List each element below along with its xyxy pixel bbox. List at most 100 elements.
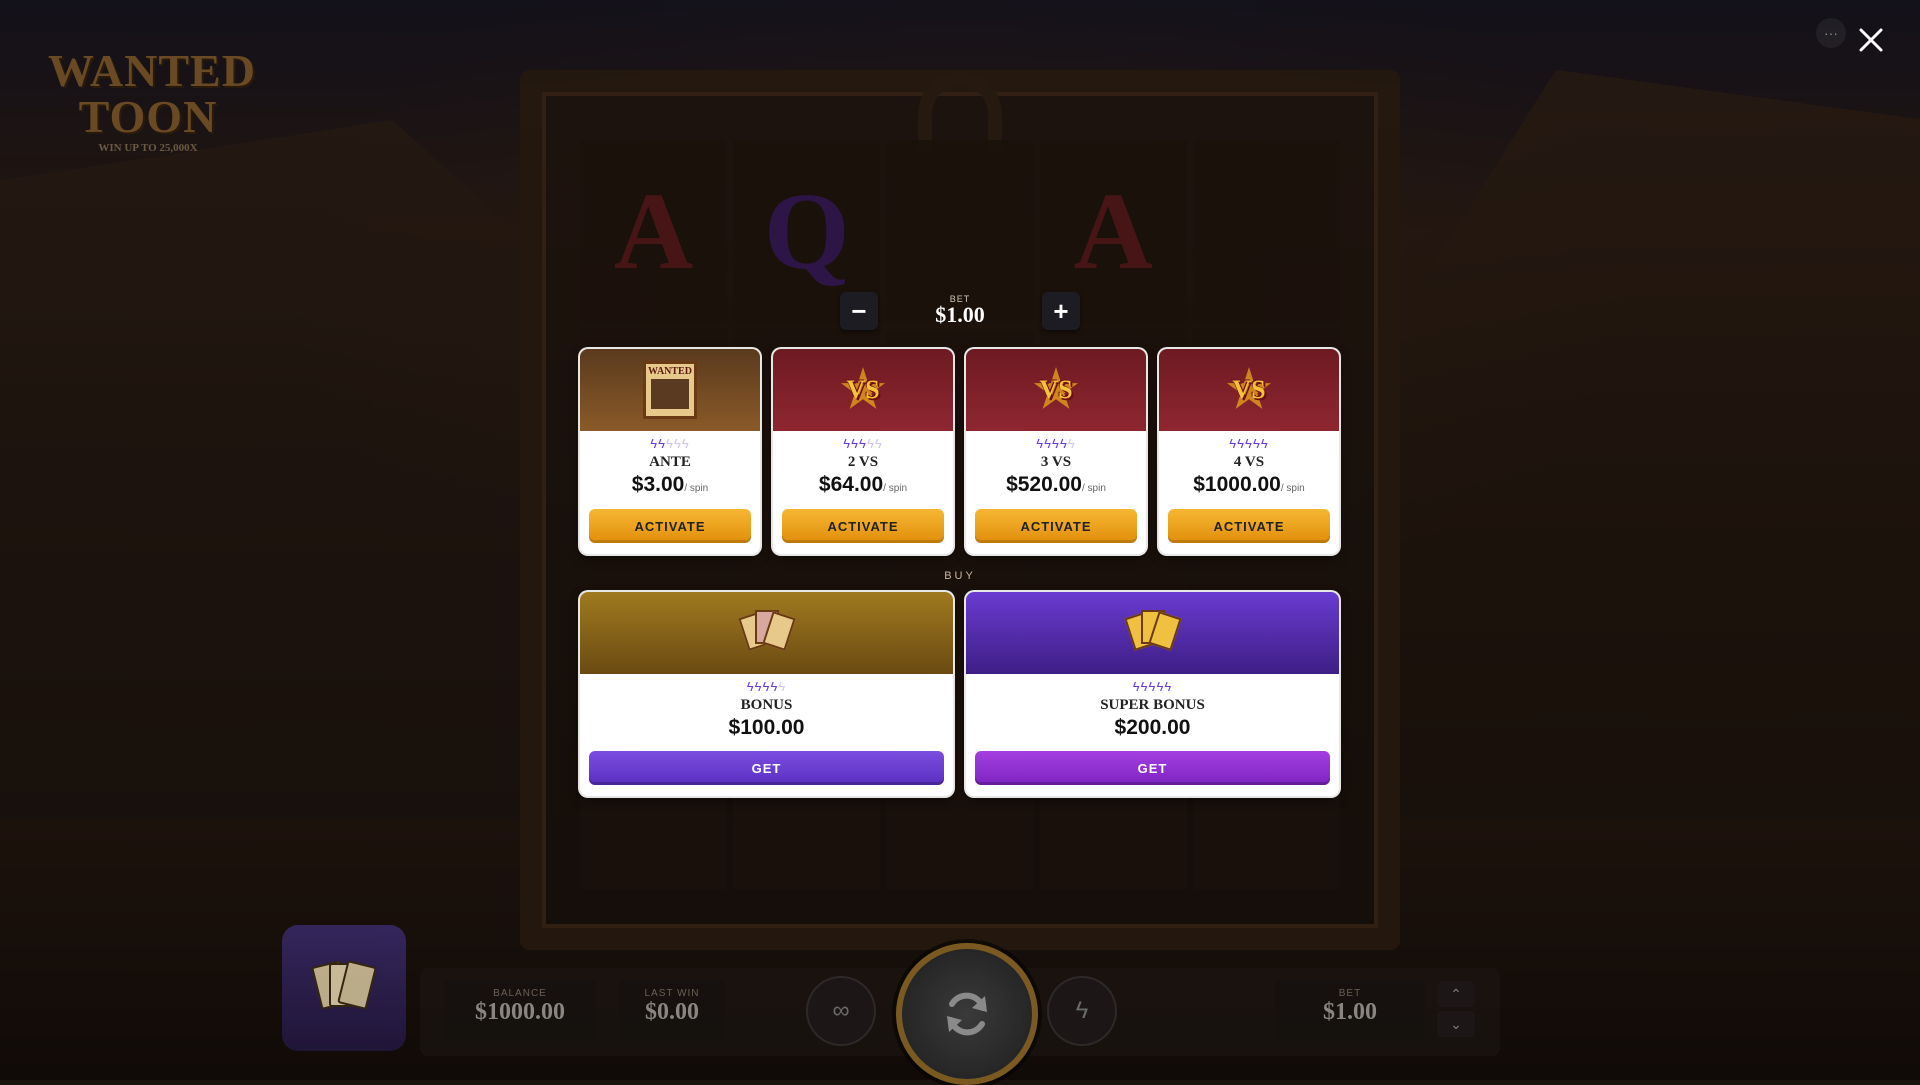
feature-menu-button[interactable] bbox=[282, 925, 406, 1051]
chevron-down-icon: ⌄ bbox=[1450, 1015, 1462, 1032]
volatility-rating: ϟϟϟϟϟ bbox=[773, 437, 953, 451]
infinity-icon: ∞ bbox=[832, 997, 850, 1024]
activate-ante-button[interactable]: ACTIVATE bbox=[589, 509, 751, 543]
activate-3vs-button[interactable]: ACTIVATE bbox=[975, 509, 1137, 543]
cards-icon bbox=[311, 960, 377, 1015]
buy-card-bonus: ϟϟϟϟϟ BONUS $100.00 GET bbox=[580, 592, 953, 796]
feature-name: 3 VS bbox=[1040, 454, 1072, 470]
bolt-icon: ϟ bbox=[1245, 436, 1253, 451]
card-header bbox=[580, 592, 953, 674]
card-header: VS bbox=[966, 349, 1146, 431]
feature-price: $520.00/ spin bbox=[966, 473, 1146, 497]
price-per-spin: / spin bbox=[1280, 483, 1305, 494]
bolt-icon: ϟ bbox=[666, 436, 674, 451]
increase-bet-button[interactable]: + bbox=[1042, 292, 1080, 330]
last-win-label: LAST WIN bbox=[644, 988, 700, 999]
bolt-icon: ϟ bbox=[746, 679, 755, 694]
close-button[interactable] bbox=[1853, 22, 1889, 58]
autoplay-button[interactable]: ∞ bbox=[806, 976, 876, 1046]
vs-icon: VS bbox=[1221, 362, 1277, 418]
bolt-icon: ϟ bbox=[1052, 436, 1060, 451]
price-per-spin: / spin bbox=[883, 483, 908, 494]
card-header: VS bbox=[1159, 349, 1339, 431]
spin-button[interactable] bbox=[896, 943, 1038, 1085]
bet-value: $1.00 bbox=[935, 302, 985, 327]
vs-icon: VS bbox=[1028, 362, 1084, 418]
bolt-icon: ϟ bbox=[1260, 436, 1269, 451]
buy-options: ϟϟϟϟϟ BONUS $100.00 GET ϟϟϟϟϟ SUPER BONU… bbox=[580, 592, 1340, 796]
get-bonus-button[interactable]: GET bbox=[589, 751, 944, 785]
balance-label: BALANCE bbox=[493, 988, 547, 999]
chevron-up-icon: ⌃ bbox=[1450, 985, 1462, 1002]
price-per-spin: / spin bbox=[1082, 483, 1106, 494]
last-win-value: $0.00 bbox=[645, 999, 699, 1025]
bolt-icon: ϟ bbox=[866, 436, 875, 451]
logo-line-1: WANTED bbox=[48, 45, 256, 96]
price-per-spin: / spin bbox=[684, 483, 709, 494]
bolt-icon: ϟ bbox=[859, 436, 867, 451]
logo-line-2: TOON bbox=[78, 91, 218, 142]
feature-card-ante: WANTED ϟϟϟϟϟ ANTE $3.00/ spin ACTIVATE bbox=[580, 349, 760, 554]
bolt-icon: ϟ bbox=[650, 436, 659, 451]
price-amount: $64.00 bbox=[818, 473, 884, 496]
bolt-icon: ϟ bbox=[681, 436, 690, 451]
activate-4vs-button[interactable]: ACTIVATE bbox=[1168, 509, 1330, 543]
bolt-icon: ϟ bbox=[1229, 436, 1238, 451]
turbo-button[interactable]: ϟ bbox=[1047, 976, 1117, 1046]
gold-poster-fan-icon bbox=[1123, 608, 1183, 658]
bolt-icon: ϟ bbox=[1067, 436, 1076, 451]
last-win-display: LAST WIN $0.00 bbox=[618, 980, 726, 1040]
feature-name: ANTE bbox=[649, 454, 691, 470]
more-options-button[interactable]: ··· bbox=[1816, 18, 1846, 48]
bolt-icon: ϟ bbox=[1036, 436, 1045, 451]
feature-price: $64.00/ spin bbox=[773, 473, 953, 497]
bolt-icon: ϟ bbox=[1164, 679, 1173, 694]
feature-price: $1000.00/ spin bbox=[1159, 473, 1339, 497]
bottom-bet-value: $1.00 bbox=[1323, 999, 1377, 1025]
close-icon bbox=[1859, 28, 1883, 52]
bolt-icon: ϟ bbox=[1237, 436, 1246, 451]
price-amount: $1000.00 bbox=[1193, 473, 1281, 496]
refresh-icon bbox=[947, 992, 987, 1036]
activate-2vs-button[interactable]: ACTIVATE bbox=[782, 509, 944, 543]
bolt-icon: ϟ bbox=[1059, 436, 1068, 451]
get-super-bonus-button[interactable]: GET bbox=[975, 751, 1330, 785]
bolt-icon: ϟ bbox=[874, 436, 883, 451]
bet-control: − BET $1.00 + bbox=[840, 292, 1080, 332]
game-logo: WANTED TOON WIN UP TO 25,000X bbox=[48, 45, 256, 155]
feature-name: 2 VS bbox=[847, 454, 879, 470]
card-header bbox=[966, 592, 1339, 674]
feature-card-4vs: VS ϟϟϟϟϟ 4 VS $1000.00/ spin ACTIVATE bbox=[1159, 349, 1339, 554]
buy-card-super-bonus: ϟϟϟϟϟ SUPER BONUS $200.00 GET bbox=[966, 592, 1339, 796]
bolt-icon: ϟ bbox=[778, 679, 787, 694]
feature-name: 4 VS bbox=[1233, 454, 1265, 470]
bolt-icon: ϟ bbox=[1044, 436, 1053, 451]
volatility-rating: ϟϟϟϟϟ bbox=[1159, 437, 1339, 451]
card-header: WANTED bbox=[580, 349, 760, 431]
lightning-icon: ϟ bbox=[1075, 997, 1089, 1024]
poster-fan-icon bbox=[737, 608, 797, 658]
wanted-poster-icon: WANTED bbox=[643, 361, 697, 419]
bottom-bet-display: BET $1.00 bbox=[1275, 980, 1425, 1040]
buy-price: $200.00 bbox=[1114, 716, 1191, 739]
price-amount: $3.00 bbox=[631, 473, 685, 496]
feature-card-3vs: VS ϟϟϟϟϟ 3 VS $520.00/ spin ACTIVATE bbox=[966, 349, 1146, 554]
bet-down-button[interactable]: ⌄ bbox=[1437, 1011, 1475, 1037]
bet-up-button[interactable]: ⌃ bbox=[1437, 981, 1475, 1007]
buy-section-label: BUY bbox=[944, 570, 976, 582]
bet-display: BET $1.00 bbox=[900, 294, 1020, 326]
feature-card-2vs: VS ϟϟϟϟϟ 2 VS $64.00/ spin ACTIVATE bbox=[773, 349, 953, 554]
vs-icon: VS bbox=[835, 362, 891, 418]
balance-value: $1000.00 bbox=[475, 999, 565, 1025]
feature-price: $3.00/ spin bbox=[580, 473, 760, 497]
bolt-icon: ϟ bbox=[658, 436, 667, 451]
feature-cards: WANTED ϟϟϟϟϟ ANTE $3.00/ spin ACTIVATE V… bbox=[580, 349, 1340, 554]
bolt-icon: ϟ bbox=[1140, 679, 1149, 694]
ellipsis-icon: ··· bbox=[1824, 25, 1838, 41]
card-header: VS bbox=[773, 349, 953, 431]
bolt-icon: ϟ bbox=[851, 436, 860, 451]
bolt-icon: ϟ bbox=[673, 436, 682, 451]
decrease-bet-button[interactable]: − bbox=[840, 292, 878, 330]
bolt-icon: ϟ bbox=[1132, 679, 1141, 694]
bottom-bet-label: BET bbox=[1338, 988, 1362, 999]
